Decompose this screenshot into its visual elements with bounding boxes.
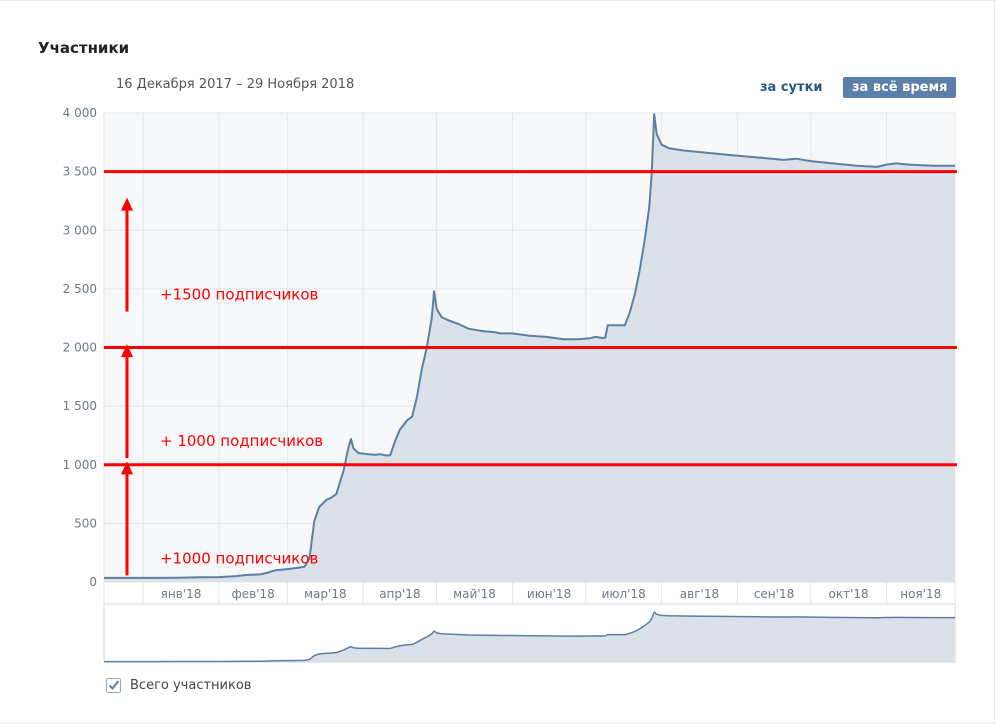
- x-tick-label: мар'18: [304, 587, 347, 601]
- y-tick-label: 4 000: [63, 106, 97, 120]
- x-tick-label: окт'18: [829, 587, 869, 601]
- annotation-text: +1500 подписчиков: [160, 286, 318, 304]
- legend-label: Всего участников: [130, 677, 252, 693]
- x-tick-label: май'18: [453, 587, 496, 601]
- x-tick-label: июл'18: [602, 587, 646, 601]
- legend-total-members[interactable]: Всего участников: [106, 676, 251, 694]
- y-tick-label: 0: [89, 575, 97, 589]
- y-tick-label: 3 000: [63, 223, 97, 237]
- y-tick-label: 2 500: [63, 282, 97, 296]
- x-tick-label: июн'18: [527, 587, 571, 601]
- x-tick-label: ноя'18: [900, 587, 941, 601]
- checkmark-icon: [108, 679, 120, 690]
- members-chart: 0 500 1 000 1 500 2 000 2 500 3 000 3 500 4 000 я…: [63, 106, 957, 663]
- x-tick-label: сен'18: [754, 587, 794, 601]
- y-tick-label: 1 500: [63, 399, 97, 413]
- annotation-text: +1000 подписчиков: [160, 549, 318, 567]
- x-tick-label: авг'18: [680, 587, 719, 601]
- legend-checkbox[interactable]: [106, 677, 121, 693]
- x-tick-label: фев'18: [232, 587, 275, 601]
- x-tick-label: апр'18: [379, 587, 420, 601]
- y-tick-label: 2 000: [63, 341, 97, 355]
- x-tick-label: янв'18: [161, 587, 202, 601]
- y-tick-label: 3 500: [63, 165, 97, 179]
- y-tick-label: 500: [74, 516, 97, 530]
- y-tick-label: 1 000: [63, 458, 97, 472]
- annotation-text: + 1000 подписчиков: [160, 432, 323, 450]
